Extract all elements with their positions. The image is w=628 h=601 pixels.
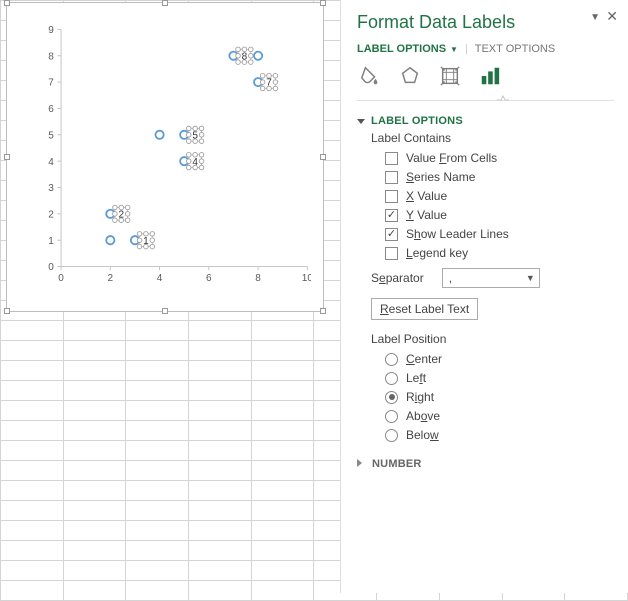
- svg-text:8: 8: [48, 51, 54, 62]
- data-label[interactable]: 7: [260, 73, 277, 90]
- option-label: Above: [406, 409, 440, 423]
- section-label-options[interactable]: LABEL OPTIONS: [357, 113, 614, 127]
- svg-text:4: 4: [157, 273, 163, 284]
- svg-text:8: 8: [255, 273, 261, 284]
- option-label: Below: [406, 428, 439, 442]
- svg-text:6: 6: [48, 104, 54, 115]
- tab-label-options[interactable]: LABEL OPTIONS▼: [357, 43, 458, 55]
- svg-text:2: 2: [48, 209, 54, 220]
- checkbox-legend-key[interactable]: [385, 247, 398, 260]
- label-position-heading: Label Position: [371, 332, 614, 346]
- data-label[interactable]: 4: [186, 152, 203, 169]
- option-label: Center: [406, 352, 442, 366]
- svg-text:6: 6: [206, 273, 212, 284]
- svg-text:5: 5: [48, 130, 54, 141]
- radio-center[interactable]: [385, 353, 398, 366]
- checkbox-show-leader-lines[interactable]: [385, 228, 398, 241]
- option-label: Show Leader Lines: [406, 227, 509, 241]
- pane-options-dropdown-icon[interactable]: ▼: [590, 12, 600, 23]
- separator-label: Separator: [371, 271, 424, 285]
- resize-handle[interactable]: [4, 308, 10, 314]
- option-label: Right: [406, 390, 434, 404]
- option-label: Y Value: [406, 208, 447, 222]
- svg-text:0: 0: [58, 273, 64, 284]
- effects-icon[interactable]: [399, 65, 421, 90]
- option-label: X Value: [406, 189, 447, 203]
- series-options-icon[interactable]: [479, 65, 501, 90]
- resize-handle[interactable]: [320, 0, 326, 6]
- scatter-chart[interactable]: 02468100123456789215487: [41, 13, 311, 303]
- separator-dropdown[interactable]: ,▼: [442, 268, 540, 288]
- chart-object[interactable]: 02468100123456789215487: [6, 2, 324, 312]
- close-icon[interactable]: ✕: [606, 8, 618, 25]
- data-label[interactable]: 2: [113, 205, 130, 222]
- section-number[interactable]: NUMBER: [357, 456, 614, 470]
- resize-handle[interactable]: [162, 308, 168, 314]
- pane-title: Format Data Labels: [357, 12, 614, 33]
- size-icon[interactable]: [439, 65, 461, 90]
- data-label[interactable]: 1: [137, 232, 154, 249]
- data-label[interactable]: 8: [236, 47, 253, 64]
- resize-handle[interactable]: [4, 0, 10, 6]
- fill-icon[interactable]: [359, 65, 381, 90]
- radio-below[interactable]: [385, 429, 398, 442]
- svg-text:7: 7: [48, 78, 54, 89]
- reset-label-text-button[interactable]: Reset Label Text: [371, 298, 478, 320]
- resize-handle[interactable]: [320, 308, 326, 314]
- checkbox-x-value[interactable]: [385, 190, 398, 203]
- checkbox-series-name[interactable]: [385, 171, 398, 184]
- option-label: Left: [406, 371, 426, 385]
- resize-handle[interactable]: [4, 154, 10, 160]
- label-contains-heading: Label Contains: [371, 131, 614, 145]
- radio-right[interactable]: [385, 391, 398, 404]
- svg-text:3: 3: [48, 183, 54, 194]
- resize-handle[interactable]: [162, 0, 168, 6]
- resize-handle[interactable]: [320, 154, 326, 160]
- svg-text:0: 0: [48, 262, 54, 273]
- svg-text:1: 1: [48, 236, 54, 247]
- svg-text:10: 10: [302, 273, 311, 284]
- checkbox-value-from-cells[interactable]: [385, 152, 398, 165]
- tab-text-options[interactable]: TEXT OPTIONS: [475, 43, 555, 55]
- svg-text:9: 9: [48, 25, 54, 36]
- radio-above[interactable]: [385, 410, 398, 423]
- radio-left[interactable]: [385, 372, 398, 385]
- data-label[interactable]: 5: [186, 126, 203, 143]
- option-label: Series Name: [406, 170, 475, 184]
- svg-text:2: 2: [108, 273, 114, 284]
- checkbox-y-value[interactable]: [385, 209, 398, 222]
- svg-text:4: 4: [48, 157, 54, 168]
- format-data-labels-pane: ▼ ✕ Format Data Labels LABEL OPTIONS▼ | …: [340, 0, 628, 593]
- option-label: Value From Cells: [406, 151, 497, 165]
- pane-tabs: LABEL OPTIONS▼ | TEXT OPTIONS: [357, 43, 614, 55]
- option-label: Legend key: [406, 246, 468, 260]
